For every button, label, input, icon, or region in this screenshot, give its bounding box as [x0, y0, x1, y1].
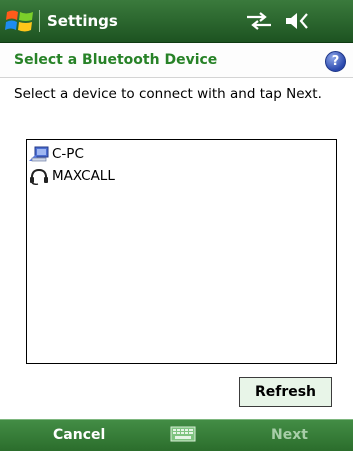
list-item-c-pc[interactable]: C-PC [28, 143, 328, 165]
device-name: MAXCALL [52, 168, 115, 184]
windows-start-icon[interactable] [4, 6, 36, 36]
device-list[interactable]: C-PC MAXCALL [26, 139, 337, 364]
title-separator [39, 10, 40, 32]
computer-icon [29, 146, 49, 162]
keyboard-icon[interactable] [170, 425, 196, 443]
next-softkey[interactable]: Next [271, 420, 308, 451]
app-title: Settings [47, 12, 118, 30]
help-icon[interactable]: ? [325, 51, 346, 72]
instruction-text: Select a device to connect with and tap … [14, 86, 322, 102]
connectivity-icon[interactable] [244, 11, 274, 31]
refresh-button[interactable]: Refresh [239, 377, 332, 407]
page-header: Select a Bluetooth Device ? [0, 43, 353, 78]
list-item-maxcall[interactable]: MAXCALL [28, 165, 328, 187]
cancel-softkey[interactable]: Cancel [53, 420, 105, 451]
page-title: Select a Bluetooth Device [14, 52, 218, 68]
softkey-bar: Cancel Next [0, 419, 353, 451]
headset-icon [30, 168, 48, 185]
device-name: C-PC [52, 146, 84, 162]
volume-mute-icon[interactable] [284, 11, 312, 31]
title-bar: Settings [0, 0, 353, 43]
